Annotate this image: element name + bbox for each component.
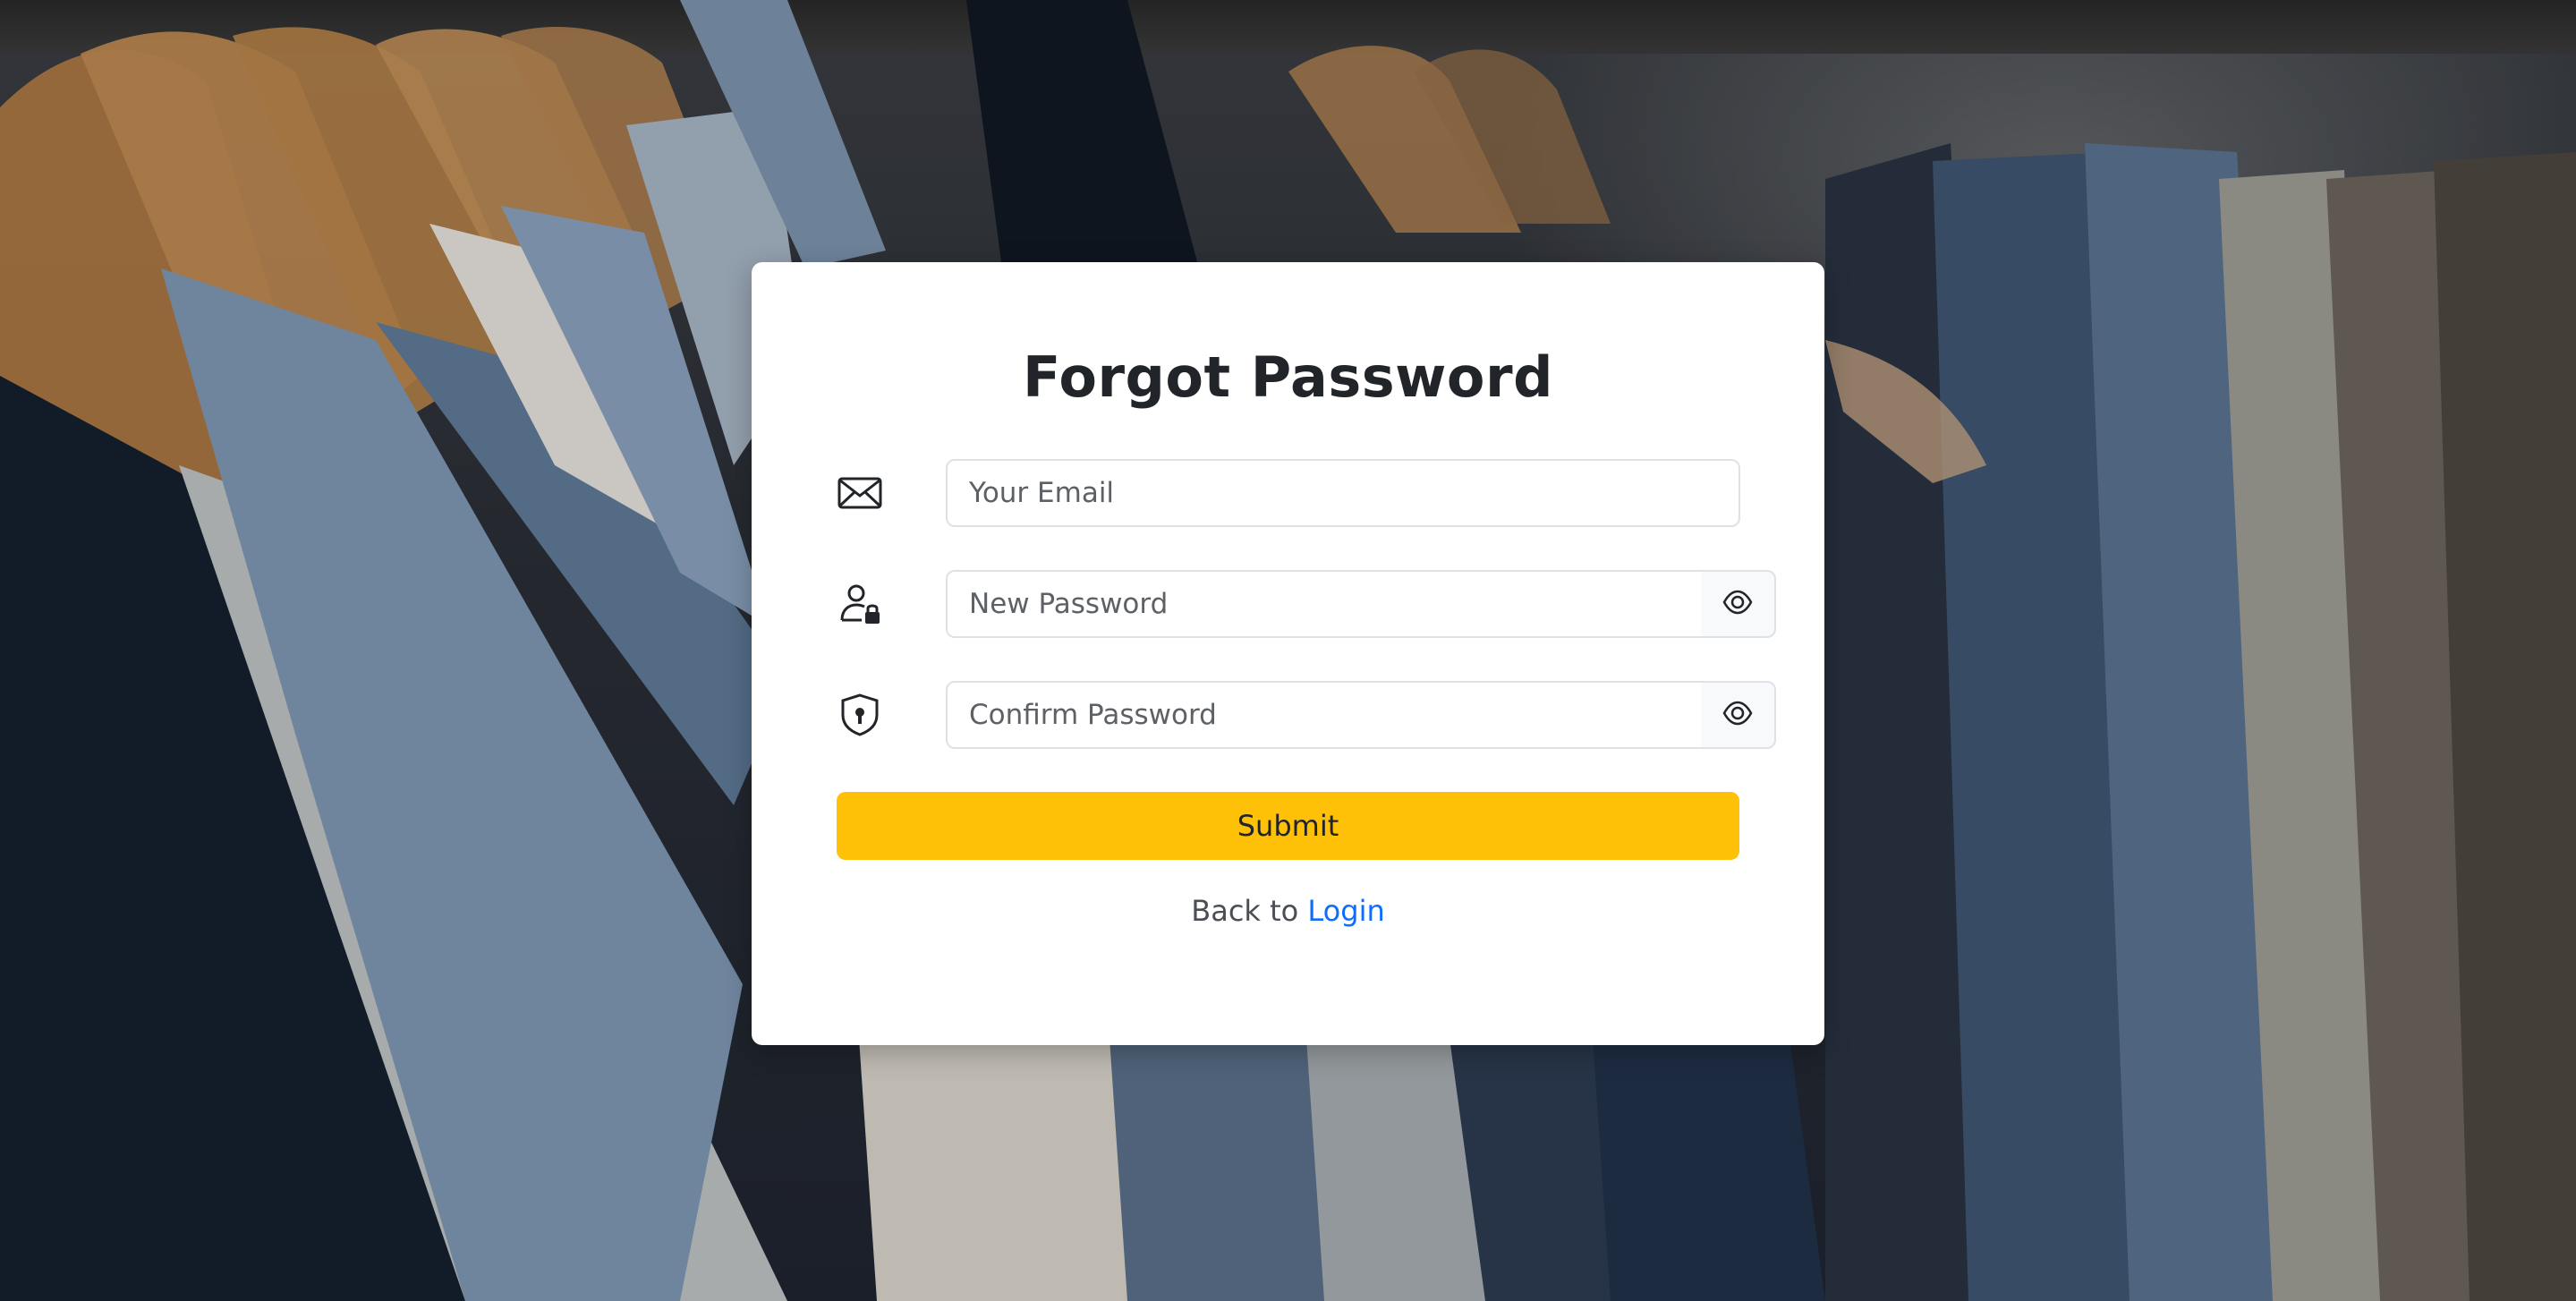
toggle-new-password-visibility-button[interactable] <box>1701 570 1776 638</box>
eye-icon <box>1722 698 1753 732</box>
page-title: Forgot Password <box>1023 344 1553 410</box>
person-lock-icon <box>837 581 883 627</box>
eye-icon <box>1722 587 1753 621</box>
envelope-icon <box>837 470 883 516</box>
new-password-row <box>837 570 1776 638</box>
submit-button[interactable]: Submit <box>837 792 1739 860</box>
email-input[interactable] <box>946 459 1740 527</box>
shield-lock-icon <box>837 692 883 738</box>
new-password-input[interactable] <box>946 570 1703 638</box>
back-to-login: Back to Login <box>752 894 1824 928</box>
back-to-label: Back to <box>1191 894 1299 928</box>
confirm-password-input[interactable] <box>946 681 1703 749</box>
confirm-password-row <box>837 681 1776 749</box>
email-row <box>837 459 1740 527</box>
login-link[interactable]: Login <box>1307 894 1384 928</box>
toggle-confirm-password-visibility-button[interactable] <box>1701 681 1776 749</box>
forgot-password-card: Forgot Password Your Email Submit Back t… <box>752 262 1824 1045</box>
